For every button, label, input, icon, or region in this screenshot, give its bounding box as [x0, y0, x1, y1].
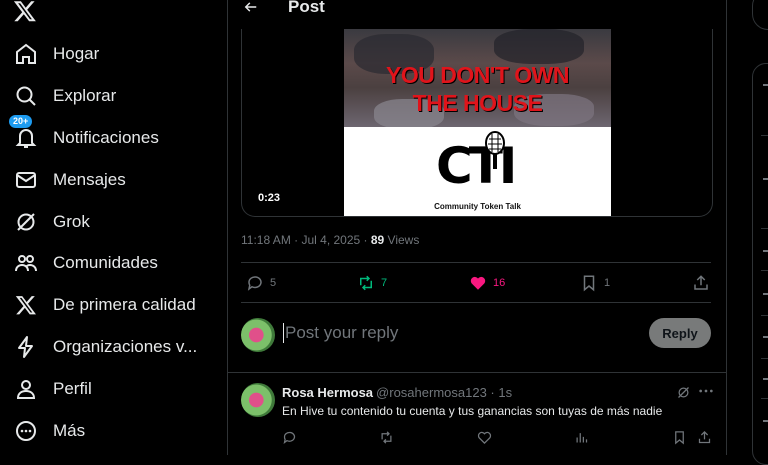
- comment-header: Rosa Hermosa @rosahermosa123 · 1s: [282, 385, 512, 400]
- grok-small-icon[interactable]: [676, 385, 691, 400]
- share-icon: [692, 274, 710, 292]
- nav-label: Mensajes: [53, 170, 126, 189]
- nav-organizations[interactable]: Organizaciones v...: [13, 332, 197, 362]
- grok-icon: [13, 209, 39, 235]
- comment-avatar[interactable]: [241, 383, 275, 417]
- divider: [761, 398, 768, 399]
- communities-icon: [13, 250, 39, 276]
- reply-icon: [246, 274, 264, 292]
- search-icon: [13, 83, 39, 109]
- heart-icon: [469, 274, 487, 292]
- divider: [241, 262, 711, 263]
- nav-explore[interactable]: Explorar: [13, 81, 116, 111]
- nav-communities[interactable]: Comunidades: [13, 248, 158, 278]
- microphone-icon: [485, 131, 505, 171]
- avatar: [241, 318, 275, 352]
- nav-label: Notificaciones: [53, 128, 159, 147]
- trend-text-fragment[interactable]: [763, 293, 768, 295]
- post-detail-column: Post YOU DON'T OWN THE HOUSE CTI Communi…: [227, 0, 727, 455]
- comment-reply-icon[interactable]: [282, 430, 297, 445]
- trend-text-fragment[interactable]: [763, 336, 768, 338]
- video-duration: 0:23: [258, 192, 281, 204]
- right-trends-card: [752, 63, 768, 465]
- lightning-icon: [13, 334, 39, 360]
- nav-label: De primera calidad: [53, 295, 196, 314]
- divider: [761, 315, 768, 316]
- share-action[interactable]: [692, 274, 710, 292]
- bell-icon: 20+: [8, 114, 39, 151]
- nav-label: Organizaciones v...: [53, 337, 198, 356]
- nav-label: Grok: [53, 212, 90, 231]
- bookmark-count: 1: [604, 277, 611, 289]
- reply-action[interactable]: 5: [246, 274, 276, 292]
- trend-text-fragment[interactable]: [763, 420, 768, 422]
- nav-home[interactable]: Hogar: [13, 39, 99, 69]
- nav-label: Explorar: [53, 86, 117, 105]
- reply-count: 5: [270, 277, 277, 289]
- comment-handle[interactable]: @rosahermosa123 · 1s: [376, 385, 512, 400]
- divider: [761, 358, 768, 359]
- bookmark-action[interactable]: 1: [580, 274, 610, 292]
- avatar: [241, 383, 275, 417]
- post-meta: 11:18 AM · Jul 4, 2025 · 89 Views: [241, 233, 419, 247]
- video-player[interactable]: YOU DON'T OWN THE HOUSE CTI Community To…: [241, 29, 713, 217]
- notification-badge: 20+: [8, 114, 34, 129]
- more-options-icon[interactable]: [698, 386, 714, 396]
- back-arrow-icon[interactable]: [244, 0, 258, 14]
- nav-label: Perfil: [53, 379, 92, 398]
- x-logo-icon[interactable]: [13, 0, 37, 23]
- trend-text-fragment[interactable]: [763, 378, 768, 380]
- trend-text-fragment[interactable]: [763, 250, 768, 252]
- repost-count: 7: [381, 277, 388, 289]
- nav-notifications[interactable]: 20+ Notificaciones: [8, 114, 159, 153]
- repost-icon: [357, 274, 375, 292]
- video-thumbnail-bottom: CTI Community Token Talk: [344, 127, 611, 216]
- bookmark-icon: [580, 274, 598, 292]
- trend-text-fragment[interactable]: [763, 84, 768, 86]
- comment-share-icon[interactable]: [697, 430, 712, 445]
- x-premium-icon: [13, 292, 39, 318]
- views-label: Views: [384, 233, 420, 247]
- reply-avatar: [241, 318, 275, 352]
- mail-icon: [13, 167, 39, 193]
- comment-like-icon[interactable]: [477, 430, 492, 445]
- comment-author-name[interactable]: Rosa Hermosa: [282, 385, 373, 400]
- comment-bookmark-icon[interactable]: [672, 430, 687, 445]
- like-action[interactable]: 16: [469, 274, 505, 292]
- right-search-box[interactable]: [752, 0, 768, 30]
- divider: [228, 372, 726, 373]
- person-icon: [13, 376, 39, 402]
- nav-messages[interactable]: Mensajes: [13, 165, 126, 195]
- video-headline-line2: THE HOUSE: [412, 90, 543, 116]
- nav-premium[interactable]: De primera calidad: [13, 290, 196, 320]
- trend-text-fragment[interactable]: [763, 178, 768, 180]
- nav-more[interactable]: Más: [13, 416, 85, 446]
- nav-grok[interactable]: Grok: [13, 207, 90, 237]
- divider: [761, 135, 768, 136]
- nav-label: Más: [53, 421, 86, 440]
- home-icon: [13, 41, 39, 67]
- reply-input[interactable]: Post your reply: [283, 323, 398, 343]
- video-headline-line1: YOU DON'T OWN: [386, 62, 569, 88]
- repost-action[interactable]: 7: [357, 274, 387, 292]
- page-title: Post: [288, 0, 325, 16]
- more-circle-icon: [13, 418, 39, 444]
- video-logo-subtitle: Community Token Talk: [434, 202, 521, 211]
- post-timestamp[interactable]: 11:18 AM · Jul 4, 2025 ·: [241, 233, 371, 247]
- comment-repost-icon[interactable]: [379, 430, 394, 445]
- reply-button[interactable]: Reply: [649, 318, 711, 348]
- nav-label: Hogar: [53, 44, 100, 63]
- comment-views-icon[interactable]: [574, 430, 589, 445]
- divider: [761, 270, 768, 271]
- views-count: 89: [370, 233, 385, 247]
- divider: [241, 302, 711, 303]
- comment-text: En Hive tu contenido tu cuenta y tus gan…: [282, 404, 663, 418]
- nav-profile[interactable]: Perfil: [13, 374, 92, 404]
- like-count: 16: [493, 277, 506, 289]
- nav-label: Comunidades: [53, 253, 158, 272]
- divider: [761, 228, 768, 229]
- video-thumbnail-top: YOU DON'T OWN THE HOUSE: [344, 29, 611, 127]
